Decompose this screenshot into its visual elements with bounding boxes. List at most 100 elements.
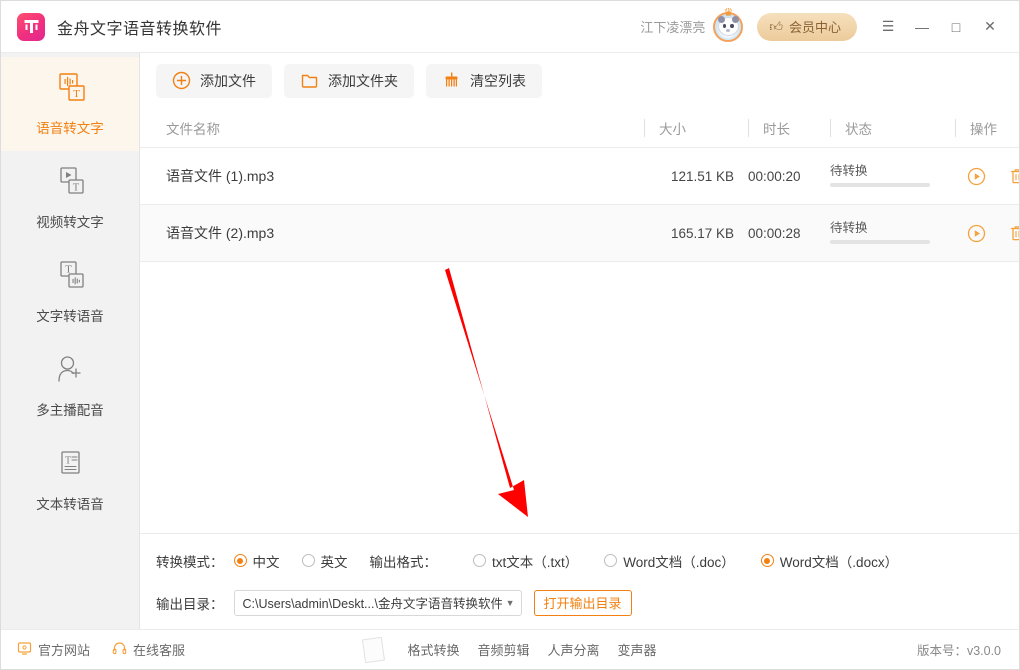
svg-text:T: T [73, 88, 80, 100]
audio-to-text-icon: T [50, 72, 90, 106]
minimize-icon[interactable]: — [907, 12, 937, 42]
progress-bar [830, 182, 930, 187]
open-output-dir-button[interactable]: 打开输出目录 [533, 589, 632, 616]
thumbs-up-icon: 👍︎ [769, 19, 783, 34]
radio-dot [760, 554, 774, 567]
file-table-header: 文件名称 大小 时长 状态 操作 [140, 108, 1019, 148]
avatar-eye-left [722, 24, 727, 28]
app-logo-icon [17, 12, 45, 41]
output-dir-value: C:\Users\admin\Deskt...\金舟文字语音转换软件\ [242, 597, 502, 611]
online-service-label: 在线客服 [133, 643, 186, 658]
hamburger-menu-icon[interactable]: ☰ [873, 12, 903, 42]
col-header-action: 操作 [955, 118, 1020, 137]
clear-list-label: 清空列表 [470, 72, 526, 89]
window-controls: ☰ — □ ✕ [873, 12, 1005, 42]
footer-bar: 官方网站 在线客服 格式转换 音频剪辑 人声分离 变声器 版本号：v3.0.0 [1, 629, 1019, 669]
trash-icon[interactable] [1008, 224, 1019, 243]
mode-radio-chinese[interactable]: 中文 [233, 551, 280, 571]
sidebar-item-text-to-audio[interactable]: T 文字转语音 [1, 245, 139, 339]
radio-dot [233, 554, 247, 567]
col-header-size: 大小 [644, 118, 748, 137]
file-table-body: 语音文件 (1).mp3 121.51 KB 00:00:20 待转换 语音文件… [140, 148, 1019, 533]
file-status: 待转换 [830, 222, 955, 244]
format-radio-docx-label: Word文档（.docx） [779, 554, 899, 570]
close-icon[interactable]: ✕ [975, 12, 1005, 42]
avatar-ear-left [717, 16, 725, 23]
avatar-nose [726, 29, 731, 32]
format-radio-doc[interactable]: Word文档（.doc） [604, 551, 735, 571]
maximize-icon[interactable]: □ [941, 12, 971, 42]
clear-list-button[interactable]: 清空列表 [426, 63, 542, 98]
headset-icon [112, 641, 127, 659]
sidebar-label-multi-speaker: 多主播配音 [36, 402, 104, 418]
svg-text:T: T [73, 182, 80, 193]
avatar-ear-right [731, 16, 739, 23]
add-folder-label: 添加文件夹 [328, 72, 398, 89]
play-circle-icon[interactable] [967, 224, 986, 243]
add-file-button[interactable]: 添加文件 [156, 63, 272, 98]
col-header-status: 状态 [830, 118, 955, 137]
title-bar: 金舟文字语音转换软件 江下凌漂亮 ♛ 👍︎ 会员中心 ☰ — □ ✕ [1, 1, 1019, 53]
row-actions [955, 167, 1019, 186]
footer-tool-format-convert[interactable]: 格式转换 [407, 640, 459, 659]
sidebar: T 语音转文字 T 视频转文字 T 文字转语音 多主播配音 T 文本转语音 [1, 53, 140, 629]
settings-panel: 转换模式： 中文 英文 输出格式： txt文本（.txt） Word文档（.do… [140, 533, 1019, 629]
app-window: 金舟文字语音转换软件 江下凌漂亮 ♛ 👍︎ 会员中心 ☰ — □ ✕ T 语音转… [0, 0, 1020, 670]
mode-radio-chinese-label: 中文 [252, 554, 280, 570]
output-dir-select[interactable]: C:\Users\admin\Deskt...\金舟文字语音转换软件\ ▼ [233, 589, 522, 616]
trash-icon[interactable] [1008, 167, 1019, 186]
footer-tool-vocal-separate[interactable]: 人声分离 [548, 640, 600, 659]
status-badge: 待转换 [830, 221, 868, 236]
play-circle-icon[interactable] [967, 167, 986, 186]
format-group: 输出格式： txt文本（.txt） Word文档（.doc） Word文档（.d… [369, 551, 899, 571]
file-duration: 00:00:28 [748, 225, 801, 241]
add-file-label: 添加文件 [200, 72, 256, 89]
format-row: 转换模式： 中文 英文 输出格式： txt文本（.txt） Word文档（.do… [156, 546, 1019, 576]
official-website-label: 官方网站 [38, 643, 91, 658]
output-dir-label: 输出目录： [156, 596, 224, 612]
format-radio-docx[interactable]: Word文档（.docx） [760, 551, 899, 571]
radio-dot [473, 554, 486, 567]
format-radio-txt[interactable]: txt文本（.txt） [473, 551, 578, 571]
sidebar-item-text-to-speech[interactable]: T 文本转语音 [1, 433, 139, 527]
broom-icon [442, 71, 461, 90]
sidebar-label-audio-to-text: 语音转文字 [36, 120, 104, 136]
avatar-eye-right [730, 24, 734, 28]
add-folder-button[interactable]: 添加文件夹 [284, 63, 414, 98]
file-name: 语音文件 (1).mp3 [166, 168, 275, 184]
video-to-text-icon: T [50, 166, 90, 200]
member-center-button[interactable]: 👍︎ 会员中心 [757, 12, 857, 41]
file-status: 待转换 [830, 165, 955, 187]
output-dir-row: 输出目录： C:\Users\admin\Deskt...\金舟文字语音转换软件… [156, 588, 1019, 618]
sidebar-label-text-to-audio: 文字转语音 [36, 308, 104, 324]
svg-text:T: T [65, 455, 71, 466]
footer-tool-audio-edit[interactable]: 音频剪辑 [477, 640, 529, 659]
format-label: 输出格式： [369, 554, 438, 570]
table-row[interactable]: 语音文件 (1).mp3 121.51 KB 00:00:20 待转换 [140, 148, 1019, 205]
progress-bar [830, 239, 930, 244]
footer-tool-voice-changer[interactable]: 变声器 [618, 640, 657, 659]
col-header-name: 文件名称 [166, 121, 220, 137]
avatar[interactable]: ♛ [713, 7, 744, 42]
format-radio-txt-label: txt文本（.txt） [492, 554, 579, 570]
table-row[interactable]: 语音文件 (2).mp3 165.17 KB 00:00:28 待转换 [140, 205, 1019, 262]
plus-circle-icon [172, 71, 191, 90]
col-header-duration: 时长 [748, 118, 830, 137]
sidebar-item-video-to-text[interactable]: T 视频转文字 [1, 151, 139, 245]
online-service-link[interactable]: 在线客服 [112, 640, 185, 659]
chevron-down-icon: ▼ [505, 597, 515, 608]
radio-dot [604, 554, 618, 567]
monitor-icon [17, 641, 32, 659]
footer-left-links: 官方网站 在线客服 [17, 640, 185, 659]
sidebar-item-multi-speaker[interactable]: 多主播配音 [1, 339, 139, 433]
mode-label: 转换模式： [156, 554, 224, 570]
radio-dot [301, 554, 315, 567]
official-website-link[interactable]: 官方网站 [17, 640, 90, 659]
sidebar-item-audio-to-text[interactable]: T 语音转文字 [1, 57, 139, 151]
text-to-speech-icon: T [50, 448, 90, 482]
row-actions [955, 224, 1019, 243]
sidebar-label-text-to-speech: 文本转语音 [36, 496, 104, 512]
multi-speaker-icon [50, 354, 90, 388]
file-size: 165.17 KB [670, 225, 734, 241]
mode-radio-english[interactable]: 英文 [301, 551, 348, 571]
